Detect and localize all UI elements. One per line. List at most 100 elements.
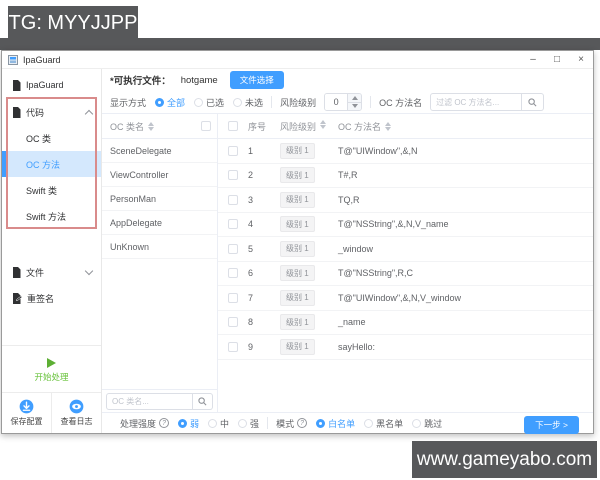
strength-label: 处理强度 — [120, 418, 157, 429]
class-row[interactable]: PersonMan — [102, 187, 217, 211]
sidebar-group-files[interactable]: 文件 — [2, 259, 101, 285]
method-table: 序号 风险级别 OC 方法名 1 级别 1 T@"UIWindow",&,N 2… — [218, 114, 593, 412]
row-checkbox[interactable] — [228, 268, 238, 279]
select-all-classes-checkbox[interactable] — [201, 121, 211, 131]
close-button[interactable]: × — [569, 51, 593, 68]
radio-mode-blacklist[interactable]: 黑名单 — [364, 417, 403, 430]
risk-level-stepper — [324, 93, 363, 111]
radio-mode-whitelist[interactable]: 白名单 — [316, 417, 355, 430]
row-index: 7 — [248, 292, 254, 303]
risk-column-title: 风险级别 — [280, 119, 338, 133]
stepper-up-button[interactable] — [348, 94, 362, 102]
sort-icon[interactable] — [320, 119, 327, 133]
row-checkbox[interactable] — [228, 243, 238, 254]
row-index: 4 — [248, 219, 254, 230]
row-checkbox[interactable] — [228, 292, 238, 303]
start-processing-button[interactable]: 开始处理 — [2, 345, 101, 394]
method-name: T@"UIWindow",&,N,V_window — [338, 292, 462, 303]
row-checkbox[interactable] — [228, 317, 238, 328]
class-row[interactable]: AppDelegate — [102, 211, 217, 235]
radio-display-selected[interactable]: 已选 — [194, 96, 224, 109]
sidebar-item-oc-class[interactable]: OC 类 — [2, 125, 101, 151]
class-search-button[interactable] — [193, 392, 213, 410]
view-logs-button[interactable]: 查看日志 — [51, 393, 101, 433]
table-row: 8 级别 1 _name — [218, 311, 593, 335]
sidebar-item-swift-method[interactable]: Swift 方法 — [2, 203, 101, 229]
index-column-title: 序号 — [248, 121, 267, 132]
radio-label: 已选 — [206, 97, 225, 108]
radio-strength-weak[interactable]: 弱 — [178, 417, 199, 430]
help-icon: ? — [159, 418, 170, 428]
sidebar-item-resign[interactable]: 重签名 — [2, 285, 101, 311]
risk-badge: 级别 1 — [280, 167, 315, 184]
class-name: UnKnown — [110, 241, 150, 252]
eye-icon — [69, 399, 84, 414]
divider — [271, 96, 273, 108]
maximize-button[interactable]: □ — [545, 51, 569, 68]
table-header: 序号 风险级别 OC 方法名 — [218, 114, 593, 139]
sidebar-lower: 文件 重签名 — [2, 259, 101, 311]
radio-strength-strong[interactable]: 强 — [238, 417, 259, 430]
app-icon — [8, 54, 18, 65]
executable-value: hotgame — [180, 74, 218, 86]
radio-icon — [364, 418, 374, 428]
method-name-label: OC 方法名 — [379, 97, 423, 108]
class-name: AppDelegate — [110, 217, 163, 228]
sidebar-item-ipaguard[interactable]: IpaGuard — [2, 74, 101, 96]
start-processing-label: 开始处理 — [34, 371, 69, 382]
class-row[interactable]: ViewController — [102, 163, 217, 187]
filter-row: 显示方式 全部 已选 未选 风险级别 0 OC 方法名 过滤 OC 方法名... — [102, 91, 593, 113]
radio-strength-medium[interactable]: 中 — [208, 417, 229, 430]
row-index: 6 — [248, 268, 254, 279]
divider — [267, 417, 269, 429]
row-checkbox[interactable] — [228, 341, 238, 352]
sort-icon[interactable] — [148, 121, 155, 131]
radio-icon — [316, 418, 326, 428]
row-checkbox[interactable] — [228, 145, 238, 156]
sidebar-group-code[interactable]: 代码 — [2, 99, 101, 125]
row-checkbox[interactable] — [228, 219, 238, 230]
chevron-down-icon — [84, 266, 94, 276]
method-search-button[interactable] — [522, 93, 545, 111]
class-search-input[interactable] — [106, 392, 193, 410]
method-filter-input[interactable] — [430, 93, 523, 111]
radio-display-all[interactable]: 全部 — [155, 96, 185, 109]
document-icon — [13, 79, 21, 91]
minimize-button[interactable]: – — [521, 51, 545, 68]
sidebar-footer: 保存配置 查看日志 — [2, 392, 101, 433]
method-name: T@"UIWindow",&,N — [338, 145, 418, 156]
table-row: 6 级别 1 T@"NSString",R,C — [218, 262, 593, 286]
content-area: OC 类名 SceneDelegate ViewController Perso… — [102, 113, 593, 412]
class-row[interactable]: SceneDelegate — [102, 139, 217, 163]
radio-label: 未选 — [245, 97, 264, 108]
row-checkbox[interactable] — [228, 170, 238, 181]
sort-icon[interactable] — [385, 121, 392, 131]
stepper-down-button[interactable] — [348, 101, 362, 110]
radio-display-unselected[interactable]: 未选 — [233, 96, 263, 109]
table-row: 3 级别 1 TQ,R — [218, 188, 593, 213]
file-select-button[interactable]: 文件选择 — [229, 71, 284, 89]
risk-badge: 级别 1 — [280, 289, 315, 306]
risk-level-input[interactable] — [325, 94, 348, 110]
title-bar: IpaGuard – □ × — [2, 51, 593, 69]
next-step-button[interactable]: 下一步 > — [524, 415, 579, 434]
class-list-header: OC 类名 — [102, 114, 217, 139]
row-checkbox[interactable] — [228, 194, 238, 205]
risk-level-label: 风险级别 — [280, 97, 317, 108]
table-row: 1 级别 1 T@"UIWindow",&,N — [218, 139, 593, 164]
sidebar-item-label: Swift 方法 — [26, 211, 67, 222]
caret-down-icon — [351, 104, 358, 109]
sidebar-item-oc-method[interactable]: OC 方法 — [2, 151, 101, 177]
radio-label: 强 — [250, 418, 260, 429]
radio-mode-skip[interactable]: 跳过 — [412, 417, 442, 430]
sidebar-item-swift-class[interactable]: Swift 类 — [2, 177, 101, 203]
class-search-group — [102, 389, 217, 412]
radio-icon — [208, 418, 218, 428]
save-config-button[interactable]: 保存配置 — [2, 393, 51, 433]
method-name: _name — [338, 317, 366, 328]
sidebar-group-label: 文件 — [26, 267, 45, 278]
row-index: 1 — [248, 145, 254, 156]
radio-icon — [412, 418, 422, 428]
select-all-methods-checkbox[interactable] — [228, 121, 238, 131]
class-row[interactable]: UnKnown — [102, 235, 217, 259]
